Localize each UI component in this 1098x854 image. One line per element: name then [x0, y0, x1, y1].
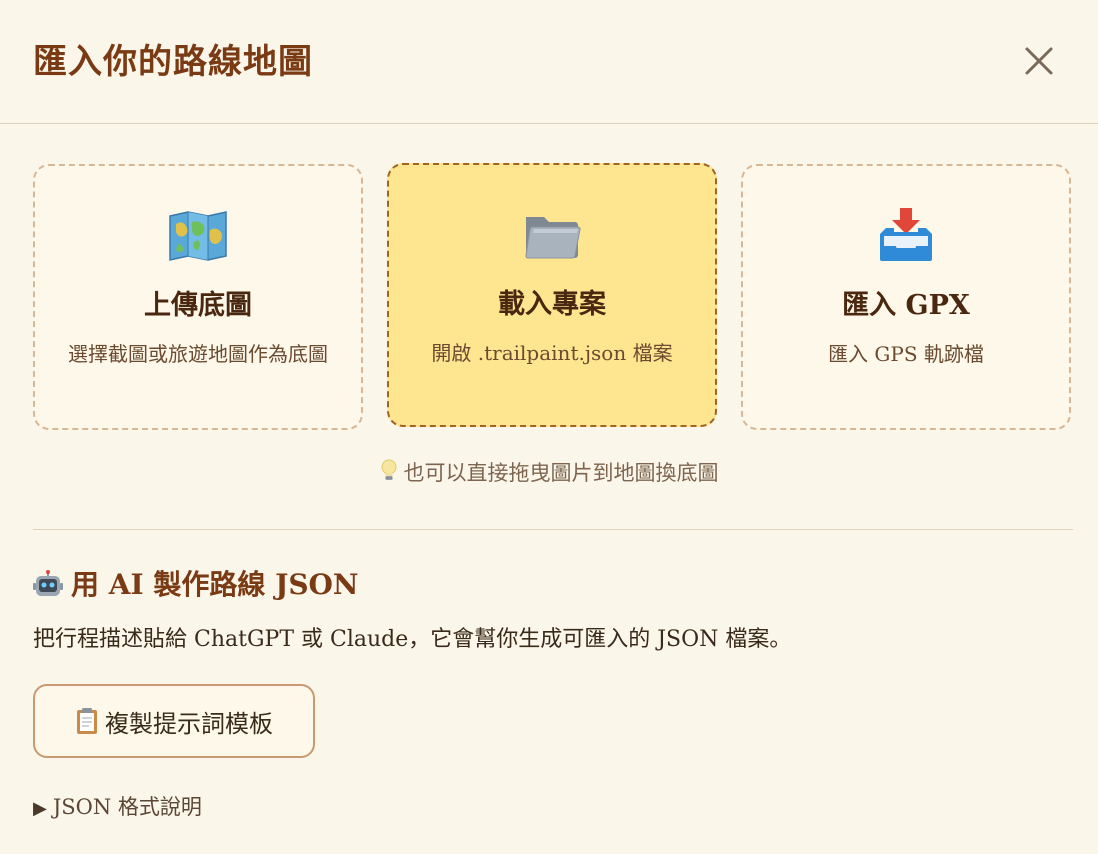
close-icon	[1025, 47, 1053, 75]
load-project-card[interactable]: 載入專案 開啟 .trailpaint.json 檔案	[387, 163, 717, 427]
triangle-right-icon: ▶	[33, 798, 47, 819]
upload-basemap-card[interactable]: 上傳底圖 選擇截圖或旅遊地圖作為底圖	[33, 164, 363, 430]
json-toggle-label: JSON 格式說明	[52, 795, 202, 819]
lightbulb-icon	[380, 459, 398, 491]
card-title: 載入專案	[498, 289, 606, 320]
section-divider	[33, 529, 1073, 530]
inbox-tray-icon	[880, 208, 932, 261]
copy-button-label: 複製提示詞模板	[105, 709, 273, 738]
folder-icon	[525, 217, 581, 259]
close-button[interactable]	[1018, 40, 1060, 82]
dialog-header: 匯入你的路線地圖	[0, 0, 1098, 124]
import-gpx-card[interactable]: 匯入 GPX 匯入 GPS 軌跡檔	[741, 164, 1071, 430]
ai-heading-text: 用 AI 製作路線 JSON	[71, 568, 359, 601]
ai-section-heading: 用 AI 製作路線 JSON	[33, 566, 359, 604]
card-description: 開啟 .trailpaint.json 檔案	[431, 341, 673, 365]
drag-hint: 也可以直接拖曳圖片到地圖換底圖	[0, 458, 1098, 491]
copy-prompt-template-button[interactable]: 複製提示詞模板	[33, 684, 315, 758]
dialog-title: 匯入你的路線地圖	[33, 42, 313, 82]
json-format-toggle[interactable]: ▶ JSON 格式說明	[33, 792, 202, 824]
import-options: 上傳底圖 選擇截圖或旅遊地圖作為底圖 載入專案 開啟 .trailpaint.j…	[33, 163, 1073, 434]
map-icon	[169, 211, 227, 261]
card-title: 上傳底圖	[144, 290, 252, 321]
card-title: 匯入 GPX	[842, 290, 970, 321]
ai-section-description: 把行程描述貼給 ChatGPT 或 Claude，它會幫你生成可匯入的 JSON…	[33, 627, 792, 652]
clipboard-icon	[75, 707, 99, 735]
hint-text: 也可以直接拖曳圖片到地圖換底圖	[403, 461, 719, 485]
card-description: 選擇截圖或旅遊地圖作為底圖	[68, 342, 328, 366]
card-description: 匯入 GPS 軌跡檔	[828, 342, 984, 366]
robot-icon	[33, 570, 63, 600]
